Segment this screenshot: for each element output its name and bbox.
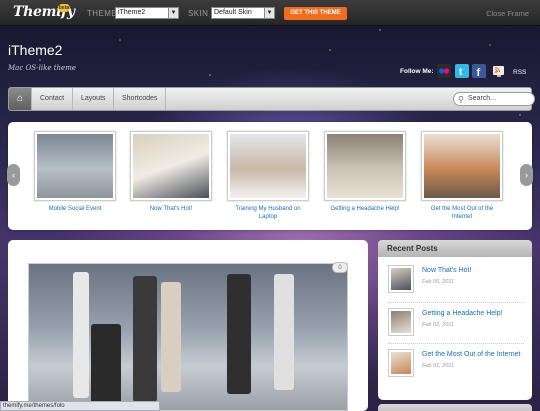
recent-post-date: Feb 06, 2011 bbox=[422, 279, 455, 285]
slide-caption[interactable]: Mobile Social Event bbox=[34, 205, 116, 213]
recent-post-title[interactable]: Getting a Headache Help! bbox=[422, 310, 503, 317]
themify-topbar: Themify beta THEME iTheme2 ▼ SKIN Defaul… bbox=[0, 0, 540, 26]
slide-item[interactable]: Mobile Social Event bbox=[34, 131, 116, 213]
figure-shape bbox=[274, 274, 294, 390]
recent-post-title[interactable]: Get the Most Out of the Internet bbox=[422, 351, 520, 358]
svg-text:f: f bbox=[477, 67, 481, 78]
chevron-down-icon: ▼ bbox=[264, 8, 274, 18]
nav-item-shortcodes[interactable]: Shortcodes bbox=[113, 88, 167, 110]
main-navigation: ⌂ Contact Layouts Shortcodes ⚲ Search... bbox=[8, 87, 535, 111]
search-placeholder: Search... bbox=[468, 95, 497, 102]
nav-item-layouts[interactable]: Layouts bbox=[72, 88, 114, 110]
slider-prev-button[interactable]: ‹ bbox=[7, 164, 20, 186]
browser-status-bar: themify.me/themes/folo bbox=[0, 401, 160, 411]
twitter-icon[interactable]: t bbox=[455, 64, 469, 78]
get-this-theme-button[interactable]: GET THIS THEME bbox=[284, 7, 347, 20]
logo-badge: beta bbox=[58, 4, 70, 12]
figure-shape bbox=[91, 324, 121, 404]
recent-post-thumbnail[interactable] bbox=[388, 265, 414, 293]
site-title[interactable]: iTheme2 bbox=[8, 42, 62, 58]
recent-post-item[interactable]: Now That's Hot! Feb 06, 2011 bbox=[388, 265, 528, 295]
recent-post-item[interactable]: Get the Most Out of the Internet Feb 01,… bbox=[388, 349, 528, 379]
skin-label: SKIN bbox=[188, 9, 209, 18]
recent-post-title[interactable]: Now That's Hot! bbox=[422, 267, 471, 274]
follow-label: Follow Me: bbox=[400, 68, 434, 75]
recent-posts-heading: Recent Posts bbox=[378, 240, 532, 257]
theme-select-value: iTheme2 bbox=[118, 9, 146, 16]
slide-caption[interactable]: Now That's Hot! bbox=[130, 205, 212, 213]
recent-post-thumbnail[interactable] bbox=[388, 349, 414, 377]
slide-item[interactable]: Get the Most Out of the Internet bbox=[421, 131, 503, 221]
slide-thumbnail[interactable] bbox=[227, 131, 309, 201]
skin-select-value: Default Skin bbox=[214, 9, 252, 16]
search-icon: ⚲ bbox=[458, 95, 464, 104]
slide-item[interactable]: Training My Husband on Laptop bbox=[227, 131, 309, 221]
theme-label: THEME bbox=[87, 9, 117, 18]
flickr-icon[interactable] bbox=[437, 64, 451, 78]
skin-select[interactable]: Default Skin ▼ bbox=[211, 7, 275, 19]
figure-shape bbox=[133, 276, 157, 402]
figure-shape bbox=[227, 274, 251, 394]
slide-thumbnail[interactable] bbox=[324, 131, 406, 201]
close-frame-link[interactable]: Close Frame bbox=[486, 9, 529, 18]
site-tagline: Mac OS-like theme bbox=[8, 64, 76, 72]
slide-caption[interactable]: Getting a Headache Help! bbox=[324, 205, 406, 213]
rss-icon[interactable] bbox=[491, 64, 509, 78]
recent-post-item[interactable]: Getting a Headache Help! Feb 02, 2011 bbox=[388, 308, 528, 338]
search-input[interactable]: ⚲ Search... bbox=[453, 92, 535, 106]
slide-thumbnail[interactable] bbox=[34, 131, 116, 201]
rss-label[interactable]: RSS bbox=[513, 69, 526, 76]
comment-count-badge[interactable]: 0 bbox=[332, 262, 348, 273]
slide-item[interactable]: Getting a Headache Help! bbox=[324, 131, 406, 213]
slide-caption[interactable]: Get the Most Out of the Internet bbox=[421, 205, 503, 221]
slide-thumbnail[interactable] bbox=[421, 131, 503, 201]
recent-post-thumbnail[interactable] bbox=[388, 308, 414, 336]
home-icon[interactable]: ⌂ bbox=[9, 88, 31, 110]
nav-item-contact[interactable]: Contact bbox=[31, 88, 72, 110]
divider bbox=[388, 343, 524, 344]
chevron-down-icon: ▼ bbox=[168, 8, 178, 18]
slide-item[interactable]: Now That's Hot! bbox=[130, 131, 212, 213]
recent-post-date: Feb 02, 2011 bbox=[422, 322, 455, 328]
facebook-icon[interactable]: f bbox=[472, 64, 486, 79]
slide-thumbnail[interactable] bbox=[130, 131, 212, 201]
post-featured-image[interactable] bbox=[28, 263, 348, 411]
divider bbox=[388, 302, 524, 303]
theme-select[interactable]: iTheme2 ▼ bbox=[115, 7, 179, 19]
slide-caption[interactable]: Training My Husband on Laptop bbox=[227, 205, 309, 221]
figure-shape bbox=[73, 272, 89, 398]
recent-post-date: Feb 01, 2011 bbox=[422, 363, 455, 369]
svg-text:t: t bbox=[459, 67, 463, 78]
sidebar-widget-header bbox=[378, 404, 532, 411]
figure-shape bbox=[161, 282, 181, 392]
slider-next-button[interactable]: › bbox=[520, 164, 533, 186]
